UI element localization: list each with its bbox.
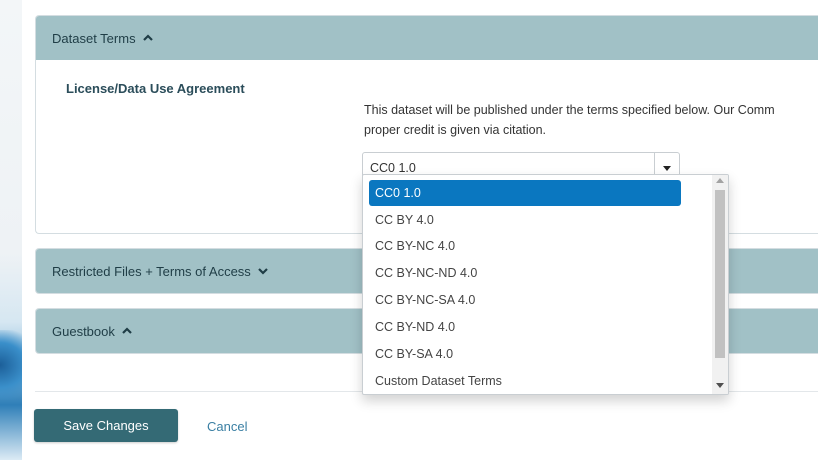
license-description: This dataset will be published under the… — [364, 100, 818, 140]
license-option[interactable]: CC BY-SA 4.0 — [369, 341, 681, 367]
license-option[interactable]: CC BY-ND 4.0 — [369, 314, 681, 340]
chevron-up-icon — [142, 32, 154, 44]
scrollbar-thumb[interactable] — [715, 190, 725, 358]
license-description-line1: This dataset will be published under the… — [364, 103, 775, 117]
dataset-terms-header[interactable]: Dataset Terms — [36, 16, 818, 60]
chevron-down-icon — [257, 265, 269, 277]
license-option[interactable]: CC BY-NC 4.0 — [369, 233, 681, 259]
dropdown-scrollbar[interactable] — [712, 175, 728, 394]
license-label: License/Data Use Agreement — [66, 81, 245, 96]
chevron-up-icon — [121, 325, 133, 337]
scroll-down-icon[interactable] — [716, 383, 724, 388]
license-option[interactable]: CC BY-NC-ND 4.0 — [369, 260, 681, 286]
license-option[interactable]: CC BY-NC-SA 4.0 — [369, 287, 681, 313]
cancel-link[interactable]: Cancel — [207, 419, 247, 434]
license-option[interactable]: Custom Dataset Terms — [369, 368, 681, 394]
scroll-up-icon[interactable] — [716, 178, 724, 183]
page-content: Dataset Terms License/Data Use Agreement… — [22, 0, 818, 460]
license-option[interactable]: CC BY 4.0 — [369, 207, 681, 233]
license-option[interactable]: CC0 1.0 — [369, 180, 681, 206]
license-description-line2: proper credit is given via citation. — [364, 123, 547, 137]
license-dropdown-list: CC0 1.0 CC BY 4.0 CC BY-NC 4.0 CC BY-NC-… — [362, 174, 729, 395]
dataset-terms-title: Dataset Terms — [52, 30, 136, 46]
caret-down-icon — [663, 165, 671, 171]
restricted-files-title: Restricted Files + Terms of Access — [52, 263, 251, 279]
save-changes-button[interactable]: Save Changes — [34, 409, 178, 442]
license-select-value: CC0 1.0 — [370, 161, 416, 175]
guestbook-title: Guestbook — [52, 323, 115, 339]
